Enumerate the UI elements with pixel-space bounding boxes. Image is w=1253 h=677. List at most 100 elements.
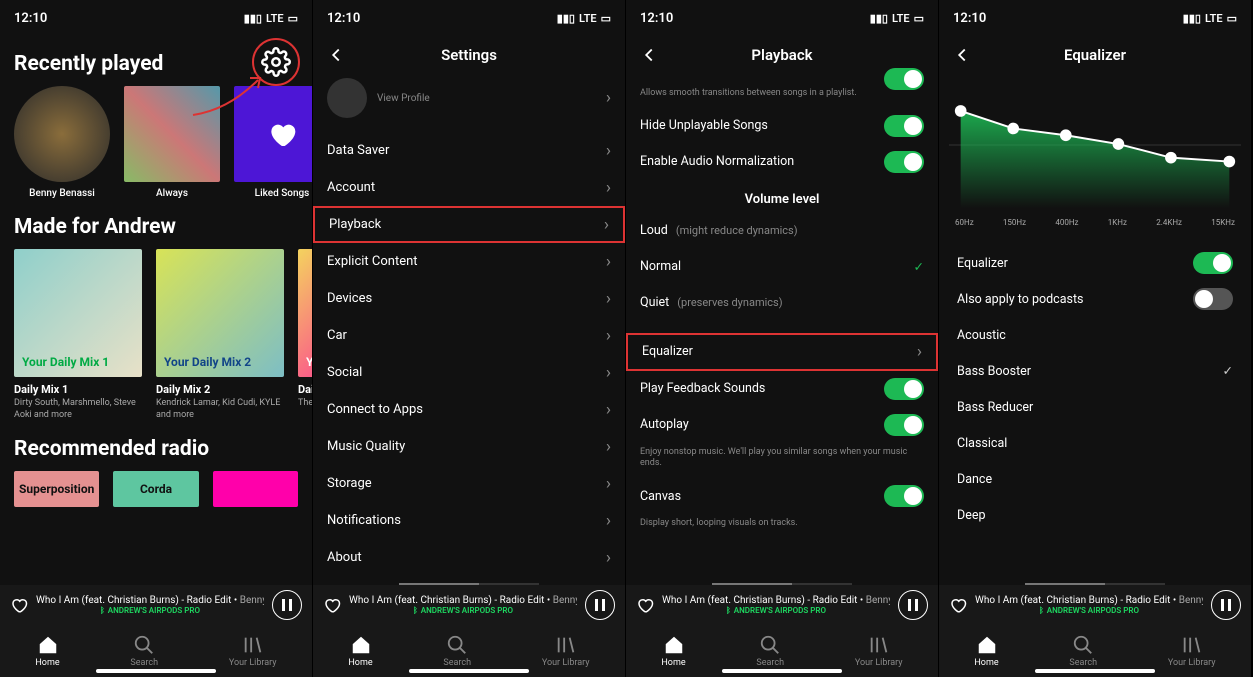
settings-item-connect[interactable]: Connect to Apps›: [313, 391, 625, 428]
home-icon: [663, 634, 685, 656]
avatar: [327, 78, 367, 118]
equalizer-toggle[interactable]: [1193, 252, 1233, 274]
home-indicator[interactable]: [722, 669, 842, 673]
settings-item-about[interactable]: About›: [313, 539, 625, 576]
pause-button[interactable]: [585, 590, 615, 620]
radio-tile[interactable]: [213, 471, 298, 507]
chevron-right-icon: ›: [606, 363, 611, 383]
now-playing-bar[interactable]: Who I Am (feat. Christian Burns) - Radio…: [313, 585, 625, 625]
settings-item-devices[interactable]: Devices›: [313, 280, 625, 317]
pause-button[interactable]: [1211, 590, 1241, 620]
back-icon[interactable]: [638, 44, 660, 66]
preset-acoustic[interactable]: Acoustic: [939, 317, 1251, 353]
back-icon[interactable]: [325, 44, 347, 66]
clock: 12:10: [953, 11, 986, 26]
chevron-right-icon: ›: [606, 437, 611, 457]
profile-row[interactable]: View Profile ›: [313, 74, 625, 132]
tab-search[interactable]: Search: [443, 634, 471, 668]
settings-item-car[interactable]: Car›: [313, 317, 625, 354]
check-icon: ✓: [914, 259, 924, 275]
preset-bass-reducer[interactable]: Bass Reducer: [939, 389, 1251, 425]
search-icon: [1072, 634, 1094, 656]
screen-settings: 12:10 ▮▮▯LTE▭ Settings View Profile › Da…: [313, 0, 626, 677]
volume-option-quiet[interactable]: Quiet(preserves dynamics): [626, 285, 938, 321]
page-title: Equalizer: [1064, 46, 1126, 64]
preset-dance[interactable]: Dance: [939, 461, 1251, 497]
volume-level-head: Volume level: [626, 180, 938, 213]
screen-home: 12:10 ▮▮▯ LTE ▭ Recently played Benny Be…: [0, 0, 313, 677]
pause-button[interactable]: [272, 590, 302, 620]
settings-item-explicit[interactable]: Explicit Content›: [313, 243, 625, 280]
normalize-toggle[interactable]: [884, 151, 924, 173]
clock: 12:10: [14, 11, 47, 26]
autoplay-toggle[interactable]: [884, 414, 924, 436]
volume-option-normal[interactable]: Normal✓: [626, 249, 938, 285]
tab-home[interactable]: Home: [35, 634, 59, 668]
gapless-toggle[interactable]: [884, 68, 924, 90]
home-indicator[interactable]: [409, 669, 529, 673]
tab-library[interactable]: Your Library: [855, 634, 903, 668]
pause-icon: [1221, 599, 1231, 611]
status-bar: 12:10 ▮▮▯LTE▭: [939, 0, 1251, 36]
radio-tile[interactable]: Superposition: [14, 471, 99, 507]
settings-item-notifications[interactable]: Notifications›: [313, 502, 625, 539]
settings-item-account[interactable]: Account›: [313, 169, 625, 206]
preset-classical[interactable]: Classical: [939, 425, 1251, 461]
feedback-toggle[interactable]: [884, 378, 924, 400]
daily-mix[interactable]: Your Daily Mix 1Daily Mix 1Dirty South, …: [14, 249, 142, 421]
now-playing-bar[interactable]: Who I Am (feat. Christian Burns) - Radio…: [626, 585, 938, 625]
settings-item-social[interactable]: Social›: [313, 354, 625, 391]
daily-mix[interactable]: Your Daily Mix 2Daily Mix 2Kendrick Lama…: [156, 249, 284, 421]
settings-item-music-quality[interactable]: Music Quality›: [313, 428, 625, 465]
radio-row[interactable]: Superposition Corda: [0, 471, 312, 507]
status-icons: ▮▮▯ LTE ▭: [244, 12, 298, 25]
tab-library[interactable]: Your Library: [229, 634, 277, 668]
preset-bass-booster[interactable]: Bass Booster✓: [939, 353, 1251, 389]
tab-search[interactable]: Search: [130, 634, 158, 668]
canvas-toggle[interactable]: [884, 485, 924, 507]
equalizer-graph[interactable]: [949, 80, 1241, 210]
tab-library[interactable]: Your Library: [542, 634, 590, 668]
hide-unplayable-toggle[interactable]: [884, 115, 924, 137]
chevron-right-icon: ›: [606, 511, 611, 531]
heart-icon[interactable]: [10, 596, 28, 614]
chevron-right-icon: ›: [606, 326, 611, 346]
tab-home[interactable]: Home: [661, 634, 685, 668]
status-bar: 12:10 ▮▮▯LTE▭: [313, 0, 625, 36]
volume-option-loud[interactable]: Loud(might reduce dynamics): [626, 213, 938, 249]
pause-button[interactable]: [898, 590, 928, 620]
daily-mix[interactable]: Y DDailyThe S: [298, 249, 312, 421]
tab-search[interactable]: Search: [756, 634, 784, 668]
status-bar: 12:10 ▮▮▯LTE▭: [626, 0, 938, 36]
page-title: Settings: [441, 46, 497, 64]
home-indicator[interactable]: [96, 669, 216, 673]
now-playing-bar[interactable]: Who I Am (feat. Christian Burns) - Radio…: [0, 585, 312, 625]
equalizer-nav[interactable]: Equalizer›: [626, 333, 938, 371]
radio-tile[interactable]: Corda: [113, 471, 198, 507]
check-icon: ✓: [1223, 363, 1233, 379]
recent-item[interactable]: Benny Benassi: [14, 86, 110, 199]
preset-deep[interactable]: Deep: [939, 497, 1251, 533]
podcasts-toggle[interactable]: [1193, 288, 1233, 310]
network-label: LTE: [266, 12, 284, 25]
settings-item-storage[interactable]: Storage›: [313, 465, 625, 502]
chevron-right-icon: ›: [917, 342, 922, 362]
tab-library[interactable]: Your Library: [1168, 634, 1216, 668]
tab-home[interactable]: Home: [974, 634, 998, 668]
clock: 12:10: [640, 11, 673, 26]
now-playing-bar[interactable]: Who I Am (feat. Christian Burns) - Radio…: [939, 585, 1251, 625]
made-for-title: Made for Andrew: [0, 199, 312, 249]
tab-home[interactable]: Home: [348, 634, 372, 668]
settings-item-data-saver[interactable]: Data Saver›: [313, 132, 625, 169]
heart-icon[interactable]: [323, 596, 341, 614]
back-icon[interactable]: [951, 44, 973, 66]
library-icon: [242, 634, 264, 656]
tab-search[interactable]: Search: [1069, 634, 1097, 668]
made-for-row[interactable]: Your Daily Mix 1Daily Mix 1Dirty South, …: [0, 249, 312, 421]
heart-icon[interactable]: [636, 596, 654, 614]
home-indicator[interactable]: [1035, 669, 1155, 673]
settings-header: Settings: [313, 36, 625, 74]
status-icons: ▮▮▯LTE▭: [1183, 12, 1237, 25]
settings-item-playback[interactable]: Playback›: [313, 206, 625, 243]
heart-icon[interactable]: [949, 596, 967, 614]
